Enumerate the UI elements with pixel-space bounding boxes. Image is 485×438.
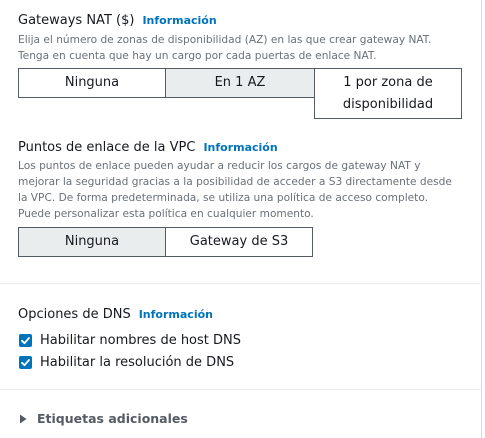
vpc-settings-panel: Gateways NAT ($) Información Elija el núm… bbox=[0, 0, 482, 438]
vpc-endpoints-heading: Puntos de enlace de la VPC Información bbox=[18, 140, 278, 155]
nat-option-one-az-label: En 1 AZ bbox=[214, 75, 266, 90]
section-divider bbox=[0, 283, 482, 284]
dns-options-title: Opciones de DNS bbox=[18, 307, 131, 322]
vpc-endpoints-title: Puntos de enlace de la VPC bbox=[18, 140, 196, 155]
vpce-option-s3-gateway-label: Gateway de S3 bbox=[189, 234, 289, 249]
dns-hostnames-label[interactable]: Habilitar nombres de host DNS bbox=[40, 333, 241, 348]
nat-info-link[interactable]: Información bbox=[142, 14, 216, 27]
vpce-option-none-label: Ninguna bbox=[64, 234, 120, 249]
additional-tags-label: Etiquetas adicionales bbox=[37, 411, 188, 426]
nat-gateways-title: Gateways NAT ($) bbox=[18, 13, 135, 28]
nat-option-per-az-label-line: disponibilidad bbox=[342, 96, 434, 112]
nat-option-per-az[interactable]: 1 por zona de disponibilidad bbox=[314, 68, 462, 119]
section-divider bbox=[0, 389, 482, 390]
vpce-description-line: mejorar la seguridad gracias a la posibi… bbox=[18, 176, 452, 188]
dns-resolution-label[interactable]: Habilitar la resolución de DNS bbox=[40, 355, 234, 370]
nat-gateways-heading: Gateways NAT ($) Información bbox=[18, 13, 217, 28]
caret-right-icon bbox=[20, 414, 27, 423]
nat-description: Elija el número de zonas de disponibilid… bbox=[18, 32, 431, 64]
checkmark-icon bbox=[21, 359, 30, 367]
dns-hostnames-checkbox[interactable] bbox=[19, 334, 32, 347]
vpce-description: Los puntos de enlace pueden ayudar a red… bbox=[18, 158, 452, 222]
nat-option-one-az[interactable]: En 1 AZ bbox=[165, 68, 315, 98]
nat-option-per-az-label-line: 1 por zona de bbox=[343, 74, 433, 90]
vpce-option-s3-gateway[interactable]: Gateway de S3 bbox=[165, 227, 313, 257]
nat-option-none[interactable]: Ninguna bbox=[18, 68, 166, 98]
checkmark-icon bbox=[21, 337, 30, 345]
nat-description-line: Tenga en cuenta que hay un cargo por cad… bbox=[18, 50, 377, 62]
vpce-description-line: Los puntos de enlace pueden ayudar a red… bbox=[18, 160, 421, 172]
vpce-description-line: la VPC. De forma predeterminada, se util… bbox=[18, 192, 428, 204]
vpce-description-line: Puede personalizar esta política en cual… bbox=[18, 208, 314, 220]
nat-option-none-label: Ninguna bbox=[64, 75, 120, 90]
dns-resolution-checkbox[interactable] bbox=[19, 356, 32, 369]
nat-description-line: Elija el número de zonas de disponibilid… bbox=[18, 34, 432, 46]
vpce-option-none[interactable]: Ninguna bbox=[18, 227, 166, 257]
dns-options-heading: Opciones de DNS Información bbox=[18, 307, 213, 322]
additional-tags-toggle[interactable]: Etiquetas adicionales bbox=[18, 411, 188, 426]
dns-info-link[interactable]: Información bbox=[139, 308, 213, 321]
vpce-info-link[interactable]: Información bbox=[203, 141, 277, 154]
